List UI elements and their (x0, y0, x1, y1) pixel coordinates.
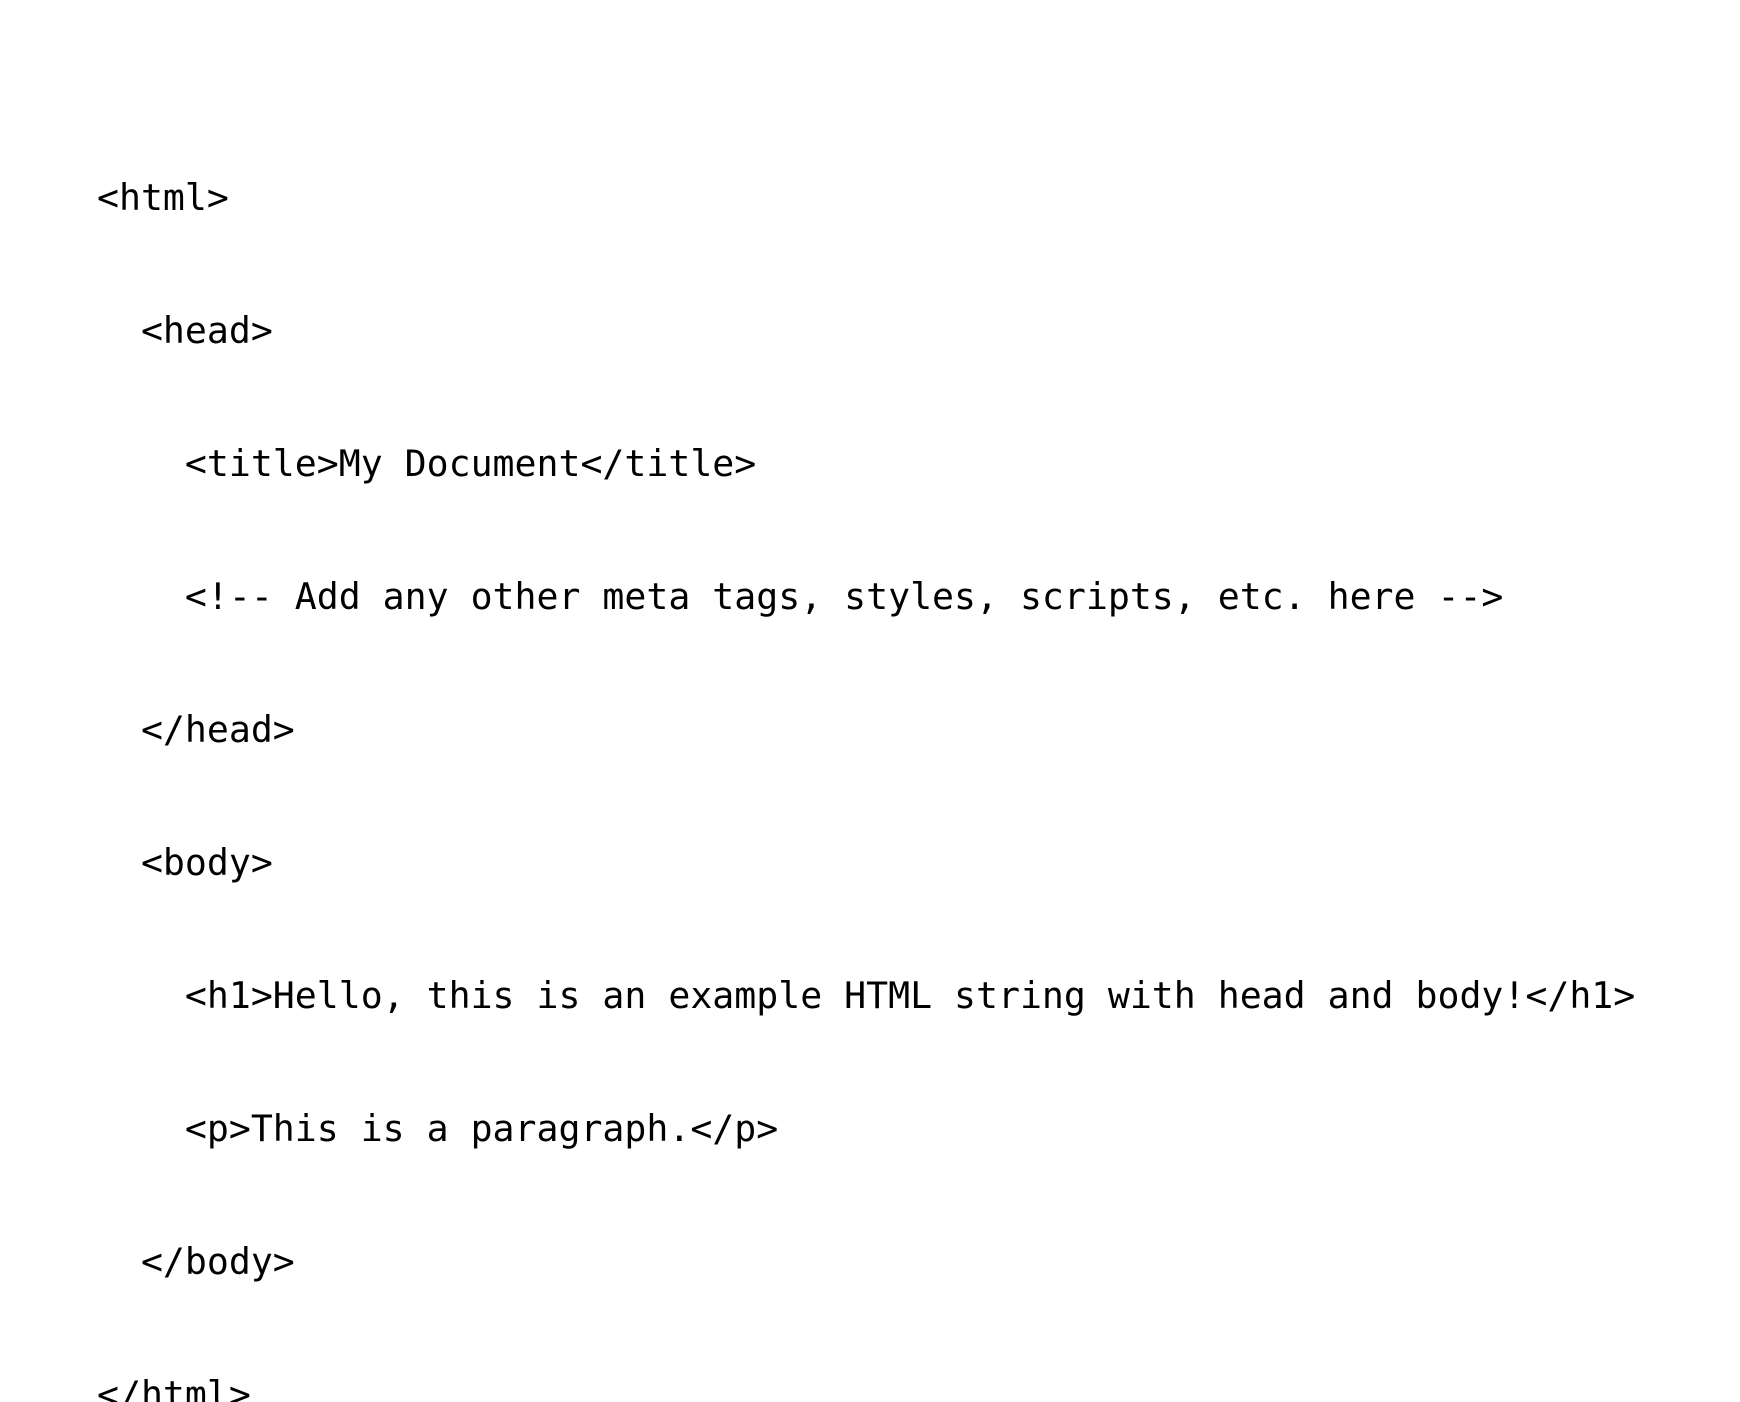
code-snippet: <html> <head> <title>My Document</title>… (97, 88, 1635, 1402)
code-line: <body> (97, 841, 273, 884)
code-line: </head> (97, 708, 295, 751)
code-line: <h1>Hello, this is an example HTML strin… (97, 974, 1636, 1017)
code-line: <html> (97, 176, 229, 219)
code-line: <head> (97, 309, 273, 352)
code-line: <!-- Add any other meta tags, styles, sc… (97, 575, 1504, 618)
code-line: <p>This is a paragraph.</p> (97, 1107, 779, 1150)
code-line: <title>My Document</title> (97, 442, 757, 485)
code-line: </html> (97, 1373, 251, 1402)
code-line: </body> (97, 1240, 295, 1283)
